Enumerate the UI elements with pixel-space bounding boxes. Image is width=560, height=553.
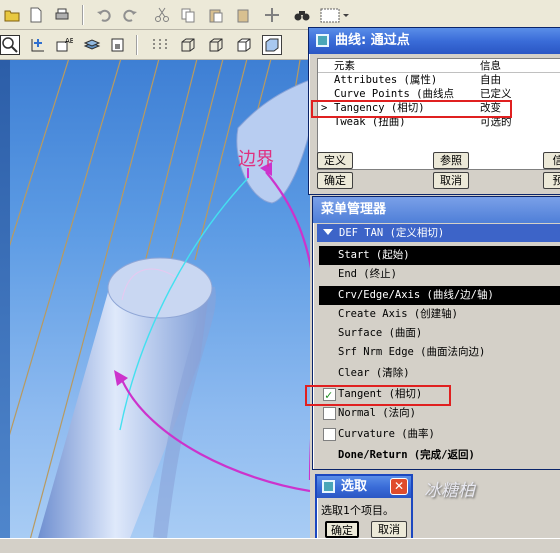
table-header: 元素 信息 <box>318 59 560 73</box>
cancel-button[interactable]: 取消 <box>433 172 469 189</box>
svg-text:AB: AB <box>65 37 73 45</box>
select-ok-button[interactable]: 确定 <box>325 521 359 538</box>
normal-checkbox[interactable] <box>323 407 336 420</box>
dialog-app-icon <box>322 480 335 493</box>
undo-icon[interactable] <box>94 5 114 25</box>
status-bar <box>0 538 560 553</box>
menu-item-end[interactable]: End (终止) <box>319 265 560 284</box>
print-icon[interactable] <box>52 5 72 25</box>
table-row[interactable]: Curve Points (曲线点 已定义 <box>318 87 560 101</box>
model-tree-icon[interactable] <box>108 35 128 55</box>
col-info-header: 信息 <box>480 60 501 72</box>
paste-icon[interactable] <box>206 5 226 25</box>
menu-item-done-return[interactable]: Done/Return (完成/返回) <box>319 446 560 465</box>
datum-axis-icon[interactable]: AB <box>54 35 74 55</box>
spin-center-icon[interactable] <box>150 35 170 55</box>
menu-item-start[interactable]: Start (起始) <box>319 246 560 265</box>
select-message: 选取1个项目。 <box>321 504 394 517</box>
watermark: 冰糖柏 <box>424 481 475 501</box>
graphics-viewport[interactable]: 边界 <box>10 60 310 538</box>
copy-icon[interactable] <box>178 5 198 25</box>
cut-icon[interactable] <box>152 5 172 25</box>
open-file-icon[interactable] <box>2 5 22 25</box>
paste-special-icon[interactable] <box>234 5 254 25</box>
menu-item-crv-edge-axis[interactable]: Crv/Edge/Axis (曲线/边/轴) <box>319 286 560 305</box>
left-panel-edge <box>0 60 10 538</box>
curve-dialog-title[interactable]: 曲线: 通过点 <box>309 28 560 54</box>
menu-manager: 菜单管理器 DEF TAN (定义相切) Start (起始) End (终止)… <box>305 196 560 470</box>
tangent-highlight <box>305 385 451 406</box>
new-file-icon[interactable] <box>26 5 46 25</box>
wireframe-icon[interactable] <box>178 35 198 55</box>
col-element-header: 元素 <box>334 60 355 72</box>
menu-check-curvature[interactable]: Curvature (曲率) <box>319 425 560 444</box>
main-toolbar <box>0 0 560 30</box>
layers-icon[interactable] <box>82 35 102 55</box>
table-row[interactable]: Attributes (属性) 自由 <box>318 73 560 87</box>
close-icon[interactable]: ✕ <box>390 478 408 495</box>
dialog-app-icon <box>316 34 329 47</box>
search-binoculars-icon[interactable] <box>292 5 312 25</box>
define-button[interactable]: 定义 <box>317 152 353 169</box>
collapse-triangle-icon <box>323 229 333 235</box>
no-hidden-icon[interactable] <box>234 35 254 55</box>
zoom-icon[interactable] <box>0 35 20 55</box>
menu-item-srf-nrm-edge[interactable]: Srf Nrm Edge (曲面法向边) <box>319 343 560 362</box>
select-filter-icon[interactable] <box>318 5 352 25</box>
regenerate-icon[interactable] <box>262 5 282 25</box>
info-button[interactable]: 信 <box>543 152 560 169</box>
select-cancel-button[interactable]: 取消 <box>371 521 407 538</box>
reference-button[interactable]: 参照 <box>433 152 469 169</box>
select-dialog: 选取 ✕ 选取1个项目。 确定 取消 <box>315 474 413 544</box>
menu-header-def-tan[interactable]: DEF TAN (定义相切) <box>317 224 560 242</box>
model-canvas: 边界 <box>10 60 310 538</box>
tangency-highlight <box>311 100 512 118</box>
curve-dialog-title-text: 曲线: 通过点 <box>335 33 410 48</box>
datum-point-icon[interactable] <box>28 35 48 55</box>
curvature-checkbox[interactable] <box>323 428 336 441</box>
arrow-to-boundary <box>265 171 310 480</box>
menu-item-surface[interactable]: Surface (曲面) <box>319 324 560 343</box>
preview-button[interactable]: 预 <box>543 172 560 189</box>
menu-item-create-axis[interactable]: Create Axis (创建轴) <box>319 305 560 324</box>
hidden-line-icon[interactable] <box>206 35 226 55</box>
select-dialog-title[interactable]: 选取 ✕ <box>317 476 411 498</box>
menu-item-clear[interactable]: Clear (清除) <box>319 364 560 383</box>
ok-button[interactable]: 确定 <box>317 172 353 189</box>
redo-icon[interactable] <box>120 5 140 25</box>
curve-dialog: 曲线: 通过点 元素 信息 Attributes (属性) 自由 Curve Po… <box>308 27 560 195</box>
boundary-label: 边界 <box>238 149 274 170</box>
upper-tube-surface <box>236 79 310 204</box>
shading-icon[interactable] <box>262 35 282 55</box>
menu-manager-title[interactable]: 菜单管理器 <box>313 197 560 223</box>
menu-check-normal[interactable]: Normal (法向) <box>319 404 560 423</box>
